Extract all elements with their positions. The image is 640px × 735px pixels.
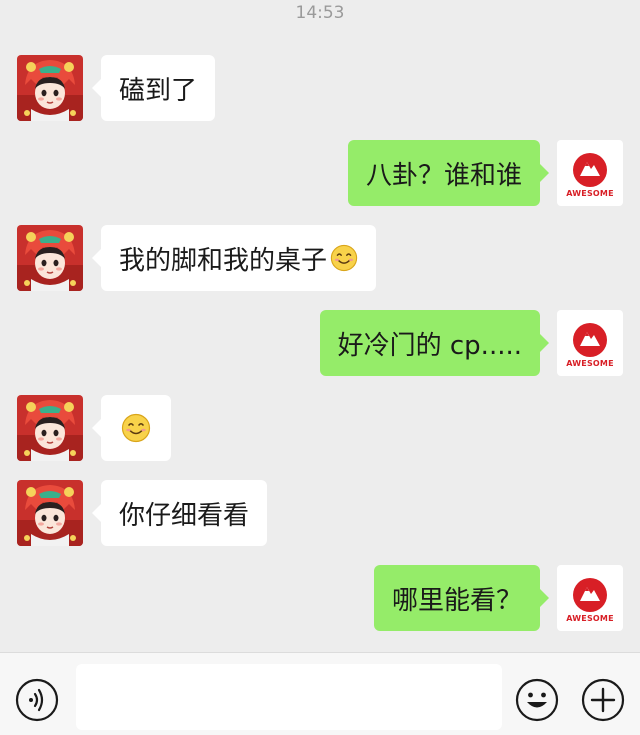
received-message-bubble[interactable]: 你仔细看看 xyxy=(91,480,268,546)
friend-avatar[interactable] xyxy=(17,225,83,291)
status-time: 14:53 xyxy=(295,3,345,23)
sent-message-bubble[interactable]: 好冷门的 cp..... xyxy=(319,310,550,376)
sent-message-bubble[interactable]: 八卦？谁和谁 xyxy=(347,140,550,206)
message-text: 你仔细看看 xyxy=(119,500,250,531)
brand-text: AWESOME xyxy=(566,359,614,368)
awesome-logo-icon xyxy=(572,577,608,613)
brand-text: AWESOME xyxy=(566,189,614,198)
chat-input-bar xyxy=(0,652,640,735)
friend-avatar[interactable] xyxy=(17,480,83,546)
friend-avatar[interactable] xyxy=(17,395,83,461)
message-row: 磕到了 xyxy=(0,55,640,121)
smiling-face-emoji-icon xyxy=(330,244,358,272)
plus-circle-icon[interactable] xyxy=(580,677,626,723)
my-avatar[interactable]: AWESOME xyxy=(557,565,623,631)
message-text: 哪里能看？ xyxy=(391,585,522,616)
received-message-bubble[interactable]: 磕到了 xyxy=(91,55,216,121)
message-row: 八卦？谁和谁 AWESOME xyxy=(0,140,640,206)
message-row: 我的脚和我的桌子 xyxy=(0,225,640,291)
cartoon-girl-avatar-icon xyxy=(17,395,83,461)
emoji-face-icon[interactable] xyxy=(514,677,560,723)
message-row: 好冷门的 cp..... AWESOME xyxy=(0,310,640,376)
my-avatar[interactable]: AWESOME xyxy=(557,310,623,376)
sent-message-bubble[interactable]: 哪里能看？ xyxy=(373,565,550,631)
message-row xyxy=(0,395,640,461)
cartoon-girl-avatar-icon xyxy=(17,480,83,546)
cartoon-girl-avatar-icon xyxy=(17,225,83,291)
message-row: 你仔细看看 xyxy=(0,480,640,546)
received-message-bubble[interactable]: 我的脚和我的桌子 xyxy=(91,225,377,291)
message-input[interactable] xyxy=(76,664,502,730)
message-text: 磕到了 xyxy=(119,75,198,106)
cartoon-girl-avatar-icon xyxy=(17,55,83,121)
message-row: 哪里能看？ AWESOME xyxy=(0,565,640,631)
voice-icon[interactable] xyxy=(14,677,60,723)
my-avatar[interactable]: AWESOME xyxy=(557,140,623,206)
awesome-logo-icon xyxy=(572,152,608,188)
message-text: 好冷门的 cp..... xyxy=(337,330,522,361)
brand-text: AWESOME xyxy=(566,614,614,623)
awesome-logo-icon xyxy=(572,322,608,358)
received-message-bubble[interactable] xyxy=(92,395,171,461)
message-text: 八卦？谁和谁 xyxy=(365,160,522,191)
smiling-face-emoji-icon xyxy=(121,413,151,443)
message-text: 我的脚和我的桌子 xyxy=(119,245,328,276)
friend-avatar[interactable] xyxy=(17,55,83,121)
